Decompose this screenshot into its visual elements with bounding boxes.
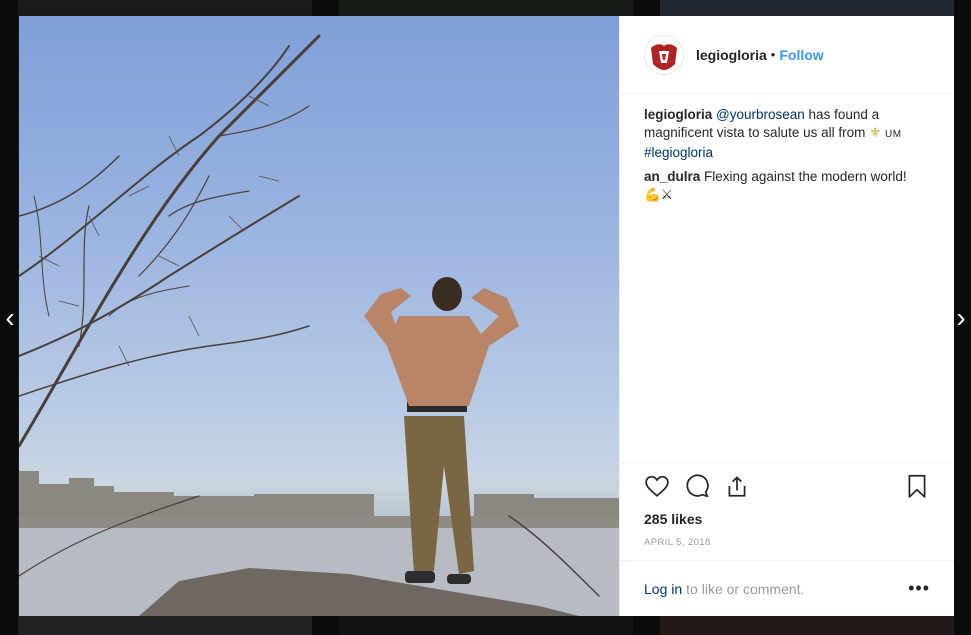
post-sidebar: legiogloria • Follow legiogloria @yourbr… — [619, 16, 954, 616]
mention-link[interactable]: @yourbrosean — [716, 107, 805, 122]
follow-button[interactable]: Follow — [779, 47, 823, 63]
comment-icon[interactable] — [684, 473, 710, 499]
bookmark-icon[interactable] — [904, 473, 930, 499]
next-post-arrow[interactable]: › — [951, 300, 971, 336]
post-actions: 285 likes APRIL 5, 2018 — [620, 462, 954, 560]
post-date[interactable]: APRIL 5, 2018 — [644, 531, 930, 560]
avatar[interactable] — [644, 34, 684, 75]
action-icons — [644, 463, 930, 509]
flexed-biceps-icon: 💪⚔ — [644, 187, 673, 202]
share-icon[interactable] — [724, 473, 750, 499]
heart-icon[interactable] — [644, 473, 670, 499]
caption: legiogloria @yourbrosean has found a mag… — [644, 106, 930, 162]
post-author-username[interactable]: legiogloria — [696, 47, 767, 63]
login-prompt: Log in to like or comment. ••• — [620, 560, 954, 616]
login-prompt-text: to like or comment. — [686, 580, 805, 597]
post-header: legiogloria • Follow — [620, 16, 954, 94]
likes-count[interactable]: 285 likes — [644, 509, 930, 531]
more-icon[interactable]: ••• — [908, 579, 930, 597]
fleur-de-lis-icon: ⚜ — [869, 125, 882, 140]
previous-post-arrow[interactable]: ‹ — [0, 300, 20, 336]
comment-text: Flexing against the modern world! — [704, 169, 907, 184]
comment: an_dulra Flexing against the modern worl… — [644, 168, 930, 204]
logo-icon — [645, 35, 683, 74]
comment-username[interactable]: an_dulra — [644, 169, 700, 184]
caption-username[interactable]: legiogloria — [644, 107, 712, 122]
caption-suffix: UM — [884, 129, 902, 140]
post-photo[interactable] — [19, 16, 619, 616]
separator-dot: • — [770, 47, 776, 62]
post-modal: legiogloria • Follow legiogloria @yourbr… — [19, 16, 954, 616]
hashtag-link[interactable]: #legiogloria — [644, 145, 713, 160]
login-link[interactable]: Log in — [644, 581, 682, 597]
comments-list: legiogloria @yourbrosean has found a mag… — [620, 94, 954, 462]
